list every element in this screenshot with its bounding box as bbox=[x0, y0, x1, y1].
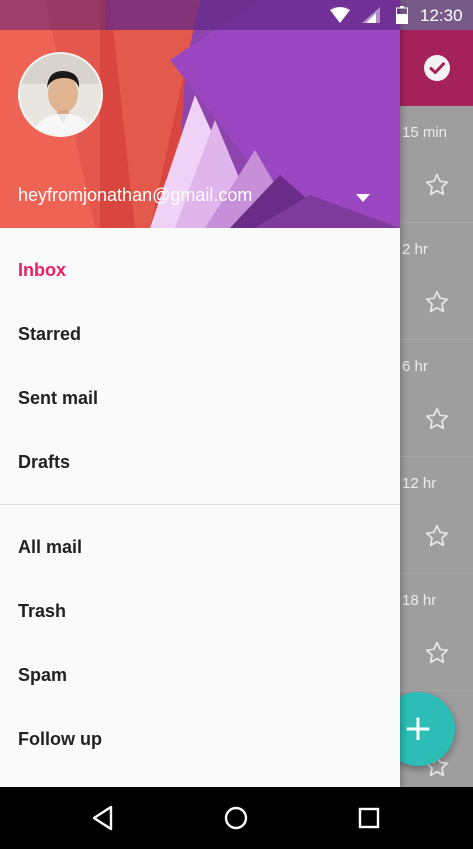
message-time: 12 hr bbox=[402, 475, 437, 492]
message-time: 6 hr bbox=[402, 358, 428, 375]
status-clock: 12:30 bbox=[420, 6, 463, 25]
wifi-icon bbox=[330, 7, 350, 23]
drawer-header: heyfromjonathan@gmail.com bbox=[0, 0, 400, 228]
message-time: 2 hr bbox=[402, 241, 428, 258]
battery-icon bbox=[396, 6, 408, 24]
drawer-nav-list: Inbox Starred Sent mail Drafts All mail … bbox=[0, 228, 400, 771]
nav-section-primary: Inbox Starred Sent mail Drafts bbox=[0, 228, 400, 494]
check-circle-icon[interactable] bbox=[423, 54, 451, 82]
nav-item-trash[interactable]: Trash bbox=[0, 579, 400, 643]
nav-item-follow-up[interactable]: Follow up bbox=[0, 707, 400, 771]
nav-item-all-mail[interactable]: All mail bbox=[0, 515, 400, 579]
nav-item-drafts[interactable]: Drafts bbox=[0, 430, 400, 494]
status-bar: 12:30 bbox=[0, 0, 473, 30]
star-outline-icon[interactable] bbox=[424, 523, 450, 549]
list-item[interactable]: 18 hr bbox=[400, 574, 473, 691]
list-item[interactable]: 12 hr bbox=[400, 457, 473, 574]
nav-item-sent-mail[interactable]: Sent mail bbox=[0, 366, 400, 430]
star-outline-icon[interactable] bbox=[424, 406, 450, 432]
dropdown-arrow-icon[interactable] bbox=[355, 193, 371, 203]
nav-item-starred[interactable]: Starred bbox=[0, 302, 400, 366]
avatar-photo bbox=[20, 54, 101, 135]
star-outline-icon[interactable] bbox=[424, 640, 450, 666]
account-email: heyfromjonathan@gmail.com bbox=[18, 185, 253, 205]
home-icon[interactable] bbox=[222, 804, 250, 832]
list-item[interactable]: 2 hr bbox=[400, 223, 473, 340]
nav-divider bbox=[0, 504, 400, 505]
back-icon[interactable] bbox=[89, 804, 117, 832]
cell-signal-icon bbox=[362, 7, 380, 23]
list-item[interactable]: 15 min bbox=[400, 106, 473, 223]
star-outline-icon[interactable] bbox=[424, 172, 450, 198]
nav-item-spam[interactable]: Spam bbox=[0, 643, 400, 707]
recents-icon[interactable] bbox=[355, 804, 383, 832]
nav-section-secondary: All mail Trash Spam Follow up bbox=[0, 515, 400, 771]
star-outline-icon[interactable] bbox=[424, 289, 450, 315]
navigation-drawer: heyfromjonathan@gmail.com Inbox Starred … bbox=[0, 0, 400, 787]
account-avatar[interactable] bbox=[18, 52, 103, 137]
list-item[interactable]: 6 hr bbox=[400, 340, 473, 457]
message-time: 15 min bbox=[402, 124, 448, 141]
system-navigation-bar bbox=[0, 787, 473, 849]
message-time: 18 hr bbox=[402, 592, 437, 609]
nav-item-inbox[interactable]: Inbox bbox=[0, 238, 400, 302]
